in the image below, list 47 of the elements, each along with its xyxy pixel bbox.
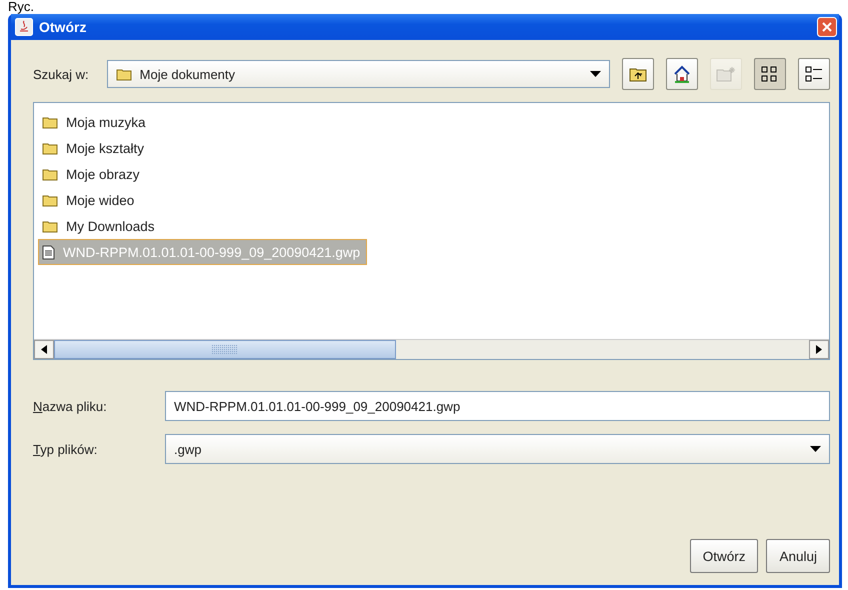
file-item[interactable]: Moje wideo <box>38 187 142 213</box>
caption: Ryc. <box>7 0 35 14</box>
toolbar-button[interactable] <box>798 58 830 90</box>
cancel-button[interactable]: Anuluj <box>766 539 830 573</box>
folder-icon <box>42 168 58 180</box>
horizontal-scrollbar[interactable] <box>34 339 829 359</box>
folder-up-icon <box>629 66 647 82</box>
right-arrow-icon <box>816 345 822 354</box>
caret-icon <box>590 71 601 77</box>
file-name-label: Nazwa pliku: <box>33 398 108 414</box>
file-item[interactable]: My Downloads <box>38 213 162 239</box>
file-name: WND-RPPM.01.01.01-00-999_09_20090421.gwp <box>63 244 360 260</box>
file-item[interactable]: Moja muzyka <box>38 109 153 135</box>
list-view-icon <box>761 65 779 83</box>
file-name: Moje obrazy <box>66 166 140 182</box>
file-name: My Downloads <box>66 218 155 234</box>
toolbar-button[interactable] <box>666 58 698 90</box>
scroll-left-button[interactable] <box>34 340 54 359</box>
details-view-icon <box>805 65 823 83</box>
look-in-label: Szukaj w: <box>33 66 89 82</box>
folder-icon <box>42 142 58 154</box>
close-icon[interactable] <box>817 17 837 37</box>
look-in-dropdown[interactable]: Moje dokumenty <box>106 60 610 88</box>
new-folder-icon <box>716 66 736 82</box>
folder-icon <box>42 194 58 206</box>
home-icon <box>673 65 691 83</box>
file-type-label: Typ plików: <box>33 442 98 456</box>
file-item[interactable]: Moje kształty <box>38 135 152 161</box>
file-name-field[interactable]: WND-RPPM.01.01.01-00-999_09_20090421.gwp <box>165 391 830 421</box>
app-icon <box>15 18 33 36</box>
scroll-right-button[interactable] <box>809 340 829 359</box>
scroll-thumb[interactable] <box>54 340 396 359</box>
folder-icon <box>116 68 132 80</box>
file-type-dropdown[interactable]: .gwp <box>165 434 830 464</box>
file-name: Moje kształty <box>66 140 144 156</box>
toolbar-button[interactable] <box>754 58 786 90</box>
window-title: Otwórz <box>39 19 88 35</box>
folder-icon <box>42 220 58 232</box>
file-name: Moja muzyka <box>66 114 146 130</box>
open-button[interactable]: Otwórz <box>690 539 758 573</box>
folder-icon <box>42 116 58 128</box>
file-item[interactable]: Moje obrazy <box>38 161 147 187</box>
left-arrow-icon <box>41 345 47 354</box>
file-name: Moje wideo <box>66 192 134 208</box>
toolbar-button[interactable] <box>622 58 654 90</box>
document-icon <box>42 244 55 260</box>
caret-icon <box>810 446 821 452</box>
